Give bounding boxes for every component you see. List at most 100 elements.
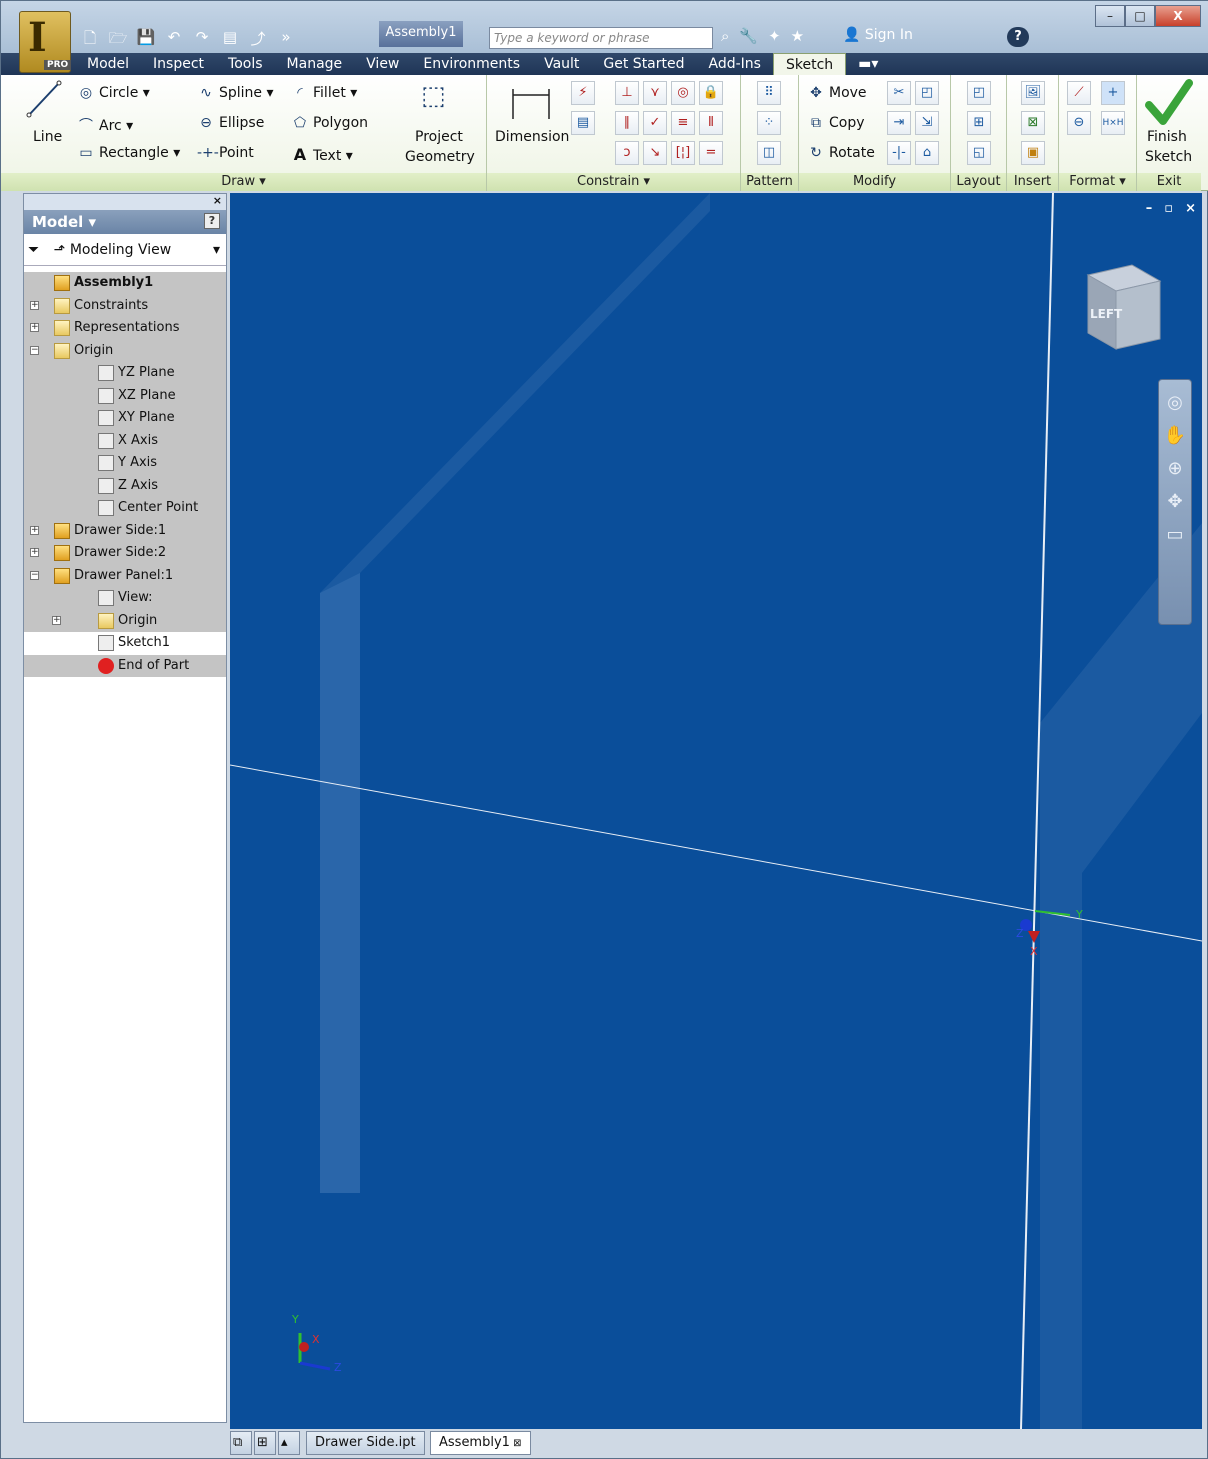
move-tool[interactable]: ✥ Move (807, 85, 866, 101)
polygon-tool[interactable]: ⬠ Polygon (291, 115, 368, 131)
line-tool-label[interactable]: Line (33, 129, 62, 145)
center-point-format-icon[interactable]: ⊖ (1067, 111, 1091, 135)
perpendicular-icon[interactable]: ⊥ (615, 81, 639, 105)
restore-button[interactable]: □ (1125, 5, 1155, 27)
look-at-icon[interactable]: ▭ (1159, 524, 1191, 545)
trim-icon[interactable]: ✂ (887, 81, 911, 105)
tree-item-x-axis[interactable]: X Axis (24, 429, 226, 452)
split-icon[interactable]: -|- (887, 141, 911, 165)
tab-get-started[interactable]: Get Started (591, 53, 696, 75)
graphics-viewport[interactable]: Y Z X Y X Z – ▫ × LEFT ◎ ✋ ⊕ ✥ ▭ (230, 193, 1202, 1429)
point-tool[interactable]: -+-Point (197, 145, 254, 161)
document-tab-drawer-side-ipt[interactable]: Drawer Side.ipt (306, 1431, 425, 1455)
tab-manage[interactable]: Manage (275, 53, 355, 75)
steering-wheel-icon[interactable]: ◎ (1159, 392, 1191, 413)
scale-icon[interactable]: ◰ (915, 81, 939, 105)
tree-item-view[interactable]: View: (24, 587, 226, 610)
constrain-group-label[interactable]: Constrain ▾ (487, 173, 740, 191)
copy-tool[interactable]: ⧉ Copy (807, 115, 865, 131)
browser-help-icon[interactable]: ? (204, 213, 220, 229)
minimize-button[interactable]: – (1095, 5, 1125, 27)
close-tab-icon[interactable]: ⊠ (510, 1438, 521, 1449)
tree-item-drawer-side-1[interactable]: + Drawer Side:1 (24, 519, 226, 542)
application-menu-button[interactable]: I PRO (19, 11, 72, 73)
dimension-label[interactable]: Dimension (495, 129, 569, 145)
tab-view[interactable]: View (354, 53, 411, 75)
more-commands-icon[interactable]: » (275, 28, 297, 48)
viewport-minimize-icon[interactable]: – (1146, 201, 1153, 216)
finish-sketch-label-1[interactable]: Finish (1147, 129, 1187, 145)
wrench-icon[interactable]: 🔧 (739, 27, 758, 45)
spline-tool[interactable]: ∿ Spline ▾ (197, 85, 273, 101)
tree-item-sketch1[interactable]: Sketch1 (24, 632, 226, 655)
concentric-icon[interactable]: ◎ (671, 81, 695, 105)
tab-inspect[interactable]: Inspect (141, 53, 216, 75)
tree-item-end-of-part[interactable]: End of Part (24, 654, 226, 677)
line-tool-icon[interactable] (23, 79, 63, 119)
new-file-icon[interactable]: 🗋 (79, 28, 101, 48)
document-tab-assembly1[interactable]: Assembly1 ⊠ (430, 1431, 531, 1455)
tree-item-assembly1[interactable]: Assembly1 (24, 272, 226, 295)
dimension-icon[interactable] (509, 81, 553, 125)
favorites-star-icon[interactable]: ★ (791, 27, 804, 45)
zoom-icon[interactable]: ⊕ (1159, 458, 1191, 479)
tab-sketch[interactable]: Sketch (772, 53, 847, 75)
redo-icon[interactable]: ↷ (191, 28, 213, 48)
project-geometry-label-2[interactable]: Geometry (405, 149, 475, 165)
import-points-icon[interactable]: ⊠ (1021, 111, 1045, 135)
centerline-icon[interactable]: + (1101, 81, 1125, 105)
driven-dimension-icon[interactable]: H×H (1101, 111, 1125, 135)
viewcube[interactable]: LEFT (1082, 261, 1166, 351)
auto-dimension-icon[interactable]: ⚡ (571, 81, 595, 105)
insert-image-icon[interactable]: 🖼 (1021, 81, 1045, 105)
collinear-icon[interactable]: ⋎ (643, 81, 667, 105)
ui-options-icon[interactable]: ▬▾ (846, 53, 890, 75)
tangent-icon[interactable]: ↄ (615, 141, 639, 165)
print-icon[interactable]: ▤ (219, 28, 241, 48)
ellipse-tool[interactable]: ⊖ Ellipse (197, 115, 264, 131)
project-geometry-label-1[interactable]: Project (415, 129, 463, 145)
tab-vault[interactable]: Vault (532, 53, 591, 75)
parallel-icon[interactable]: ∥ (615, 111, 639, 135)
make-components-icon[interactable]: ⊞ (967, 111, 991, 135)
tree-item-representations[interactable]: + Representations (24, 317, 226, 340)
browser-view-selector[interactable]: ⏷ ⬏ Modeling View ▾ (24, 236, 226, 266)
expand-icon[interactable]: + (30, 525, 39, 535)
chevron-down-icon[interactable]: ▾ (213, 242, 220, 258)
finish-sketch-checkmark-icon[interactable] (1145, 77, 1193, 131)
make-part-icon[interactable]: ◰ (967, 81, 991, 105)
return-icon[interactable]: ⤴ (247, 28, 269, 48)
help-button[interactable]: ? (1007, 27, 1029, 47)
collapse-icon[interactable]: − (30, 345, 39, 355)
expand-icon[interactable]: + (30, 300, 39, 310)
open-folder-icon[interactable]: 🗁 (107, 28, 129, 48)
text-tool[interactable]: A Text ▾ (291, 145, 353, 164)
tree-item-drawer-side-2[interactable]: + Drawer Side:2 (24, 542, 226, 565)
cascade-windows-icon[interactable]: ⧉ (230, 1431, 252, 1455)
extend-icon[interactable]: ⇥ (887, 111, 911, 135)
subscription-icon[interactable]: ✦ (768, 27, 781, 45)
acad-file-icon[interactable]: ▣ (1021, 141, 1045, 165)
tab-add-ins[interactable]: Add-Ins (697, 53, 773, 75)
browser-header[interactable]: Model ▾ ? (24, 210, 226, 234)
document-list-icon[interactable]: ▴ (278, 1431, 300, 1455)
equal-icon[interactable]: = (699, 141, 723, 165)
expand-icon[interactable]: + (30, 323, 39, 332)
create-block-icon[interactable]: ◱ (967, 141, 991, 165)
tab-model[interactable]: Model (75, 53, 141, 75)
smooth-icon[interactable]: ↘ (643, 141, 667, 165)
collapse-icon[interactable]: − (30, 570, 39, 580)
binoculars-icon[interactable]: ⌕ (721, 27, 729, 45)
tree-item-xy-plane[interactable]: XY Plane (24, 407, 226, 430)
draw-group-label[interactable]: Draw ▾ (1, 173, 486, 191)
viewport-close-icon[interactable]: × (1185, 201, 1196, 216)
fix-lock-icon[interactable]: 🔒 (699, 81, 723, 105)
sign-in-button[interactable]: 👤 Sign In (843, 27, 913, 43)
tree-item-drawer-panel-1[interactable]: − Drawer Panel:1 (24, 564, 226, 587)
save-icon[interactable]: 💾 (135, 28, 157, 48)
project-geometry-icon[interactable]: ⬚ (421, 81, 446, 111)
arc-tool[interactable]: ⌒ Arc ▾ (77, 115, 133, 135)
orbit-icon[interactable]: ✥ (1159, 491, 1191, 512)
viewport-restore-icon[interactable]: ▫ (1164, 201, 1173, 216)
construction-icon[interactable]: ⟋ (1067, 81, 1091, 105)
